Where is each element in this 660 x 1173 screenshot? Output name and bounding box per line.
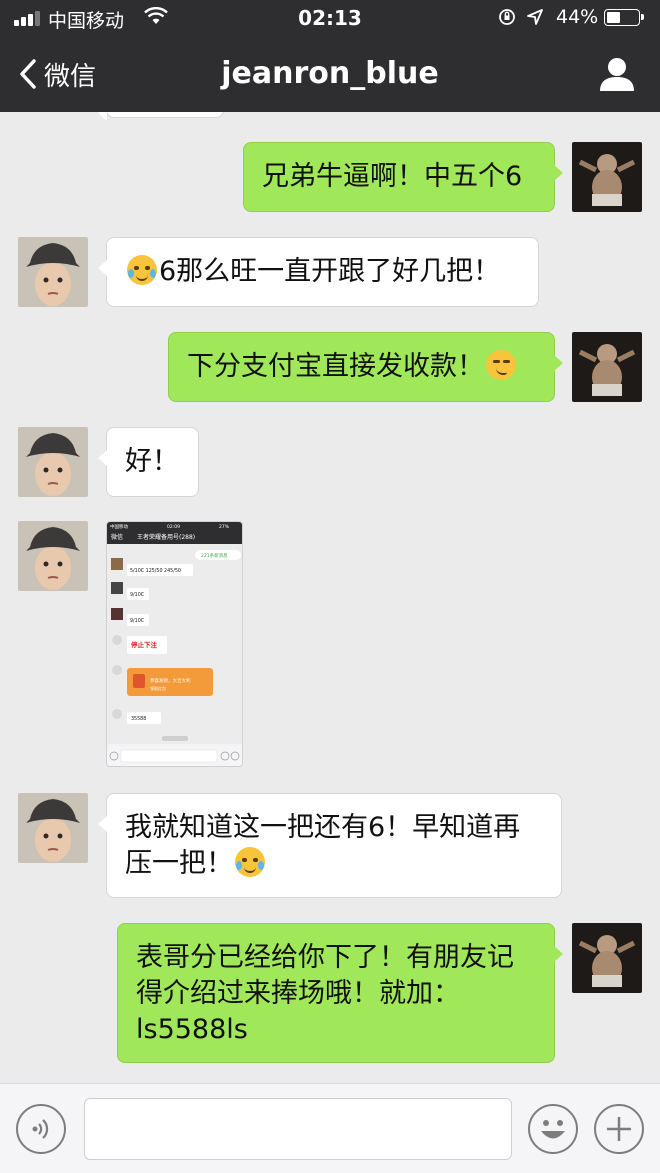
mini-last-msg: 35588: [131, 716, 146, 722]
message-bubble-incoming[interactable]: 6那么旺一直开跟了好几把！: [98, 237, 539, 307]
location-icon: [527, 9, 543, 25]
message-text: 6那么旺一直开跟了好几把！: [159, 256, 501, 287]
avatar-contact[interactable]: [18, 427, 88, 497]
mini-new-messages: 221条新消息: [201, 552, 228, 559]
avatar-self[interactable]: [572, 142, 642, 212]
message-bubble-outgoing[interactable]: 兄弟牛逼啊！中五个6: [243, 142, 563, 212]
smirk-emoji-icon: [486, 350, 516, 380]
mini-bet-1: 5/10C 125/50 245/50: [130, 568, 181, 574]
mini-red-packet-text: 恭喜发财，大吉大利: [150, 677, 191, 684]
input-bar: [0, 1083, 660, 1173]
nav-bar: 微信 jeanron_blue: [0, 36, 660, 112]
message-bubble-incoming[interactable]: 好！: [98, 427, 199, 497]
partial-message-bubble: [98, 112, 224, 121]
mini-stop-label: 停止下注: [131, 640, 158, 649]
top-bar: 中国移动 02:13 44% 微信 jeanron_blue: [0, 0, 660, 112]
message-bubble-incoming[interactable]: 我就知道这一把还有6！早知道再 压一把！: [98, 793, 562, 898]
voice-button[interactable]: [16, 1104, 66, 1154]
message-line: 压一把！: [125, 848, 233, 879]
avatar-self[interactable]: [572, 923, 642, 993]
message-text: 兄弟牛逼啊！中五个6: [262, 161, 523, 192]
mini-bet-3: 9/10C: [130, 618, 145, 624]
avatar-contact[interactable]: [18, 521, 88, 591]
message-line: ls5588ls: [136, 1014, 248, 1045]
emoji-icon: [541, 1120, 565, 1139]
message-text: 好！: [125, 446, 179, 477]
emoji-button[interactable]: [528, 1104, 578, 1154]
crying-laughing-emoji-icon: [127, 255, 157, 285]
avatar-contact[interactable]: [18, 793, 88, 863]
voice-icon: [32, 1119, 49, 1139]
battery-percent: 44%: [556, 6, 599, 28]
avatar-contact[interactable]: [18, 237, 88, 307]
message-line: 我就知道这一把还有6！早知道再: [125, 812, 521, 843]
mini-battery: 27%: [219, 524, 230, 530]
mini-title: 王者荣耀备用号(288): [137, 533, 195, 541]
message-bubble-outgoing[interactable]: 下分支付宝直接发收款！: [168, 332, 563, 402]
mini-red-packet-sub: 领取红包: [150, 685, 166, 691]
chat-area[interactable]: 兄弟牛逼啊！中五个6 6那么旺一直开跟了好几把！ 下分支付宝直接发收款！ 好！ …: [0, 112, 660, 1083]
avatar-self[interactable]: [572, 332, 642, 402]
orientation-lock-icon: [499, 9, 515, 25]
plus-button[interactable]: [594, 1104, 644, 1154]
crying-laughing-emoji-icon: [235, 847, 265, 877]
chat-title: jeanron_blue: [221, 56, 439, 91]
message-text: 下分支付宝直接发收款！: [187, 351, 484, 382]
message-line: 表哥分已经给你下了！有朋友记: [136, 942, 514, 973]
status-bar: 中国移动 02:13 44%: [0, 0, 660, 36]
mini-bet-2: 9/10C: [130, 592, 145, 598]
mini-carrier: 中国移动: [110, 523, 128, 530]
plus-icon: [607, 1117, 631, 1141]
mini-back: 微信: [111, 533, 123, 541]
profile-icon[interactable]: [598, 56, 636, 92]
image-message[interactable]: 中国移动 02:09 27% 微信 王者荣耀备用号(288) 221条新消息 5…: [106, 521, 243, 767]
battery-icon: [604, 9, 644, 26]
message-line: 得介绍过来捧场哦！就加：: [136, 978, 460, 1009]
message-input[interactable]: [84, 1098, 512, 1160]
mini-time: 02:09: [167, 524, 180, 530]
message-bubble-outgoing[interactable]: 表哥分已经给你下了！有朋友记 得介绍过来捧场哦！就加： ls5588ls: [117, 923, 563, 1063]
